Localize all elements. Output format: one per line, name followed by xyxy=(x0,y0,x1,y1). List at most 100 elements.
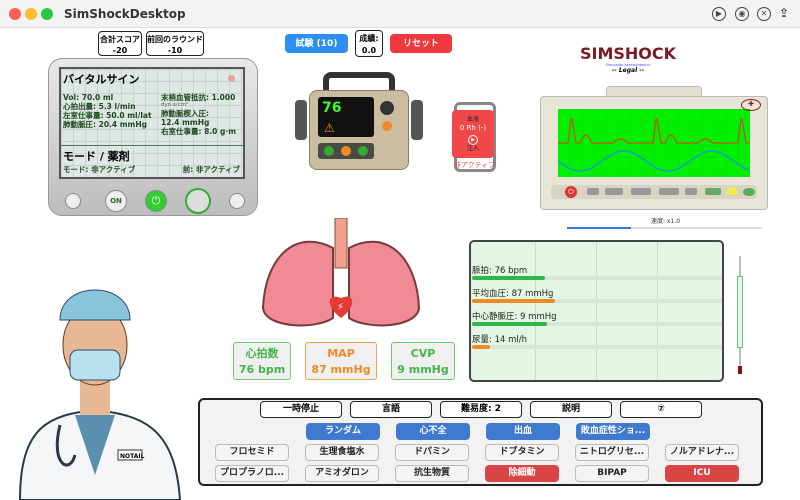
close-window-button[interactable] xyxy=(9,8,21,20)
blood-label: 血液 xyxy=(466,116,479,123)
drug-button[interactable]: 抗生物質 xyxy=(395,465,469,482)
help-button[interactable]: 説明 xyxy=(530,401,612,418)
language-button[interactable]: 言語 xyxy=(350,401,432,418)
share-icon[interactable]: ⇪ xyxy=(779,6,789,20)
metric-label: 尿量: 14 ml/h xyxy=(472,335,527,345)
drug-button[interactable]: アミオダロン xyxy=(305,465,379,482)
vital-svr: 末梢血管抵抗: 1.000 xyxy=(161,93,236,102)
warning-icon: ⚠ xyxy=(324,121,335,135)
vital-volume: Vol: 70.0 ml xyxy=(63,93,114,102)
thermometer-scale xyxy=(737,276,743,348)
scenario-button[interactable]: 心不全 xyxy=(396,423,470,440)
drug-button[interactable]: プロプラノロ... xyxy=(215,465,289,482)
metric-bar-track xyxy=(472,322,722,326)
title-bar: SimShockDesktop ▶ ◉ ✕ ⇪ xyxy=(0,0,800,28)
last-round-score: 前回のラウンド -10 xyxy=(146,31,204,56)
drug-button[interactable]: フロセミド xyxy=(215,444,289,461)
vital-svr-unit: dyn·s/cm⁵ xyxy=(161,102,189,108)
vitals-title: バイタルサイン xyxy=(63,73,140,86)
defib-button-2[interactable] xyxy=(358,146,368,156)
speed-label: 速度: x1.0 xyxy=(651,218,681,225)
defibrillate-button[interactable]: 除細動 xyxy=(485,465,559,482)
bipap-button[interactable]: BIPAP xyxy=(575,465,649,482)
monitor-main-button[interactable] xyxy=(185,188,211,214)
thermometer xyxy=(737,256,743,376)
scenario-button[interactable]: 出血 xyxy=(486,423,560,440)
info-button[interactable]: ⑦ xyxy=(620,401,702,418)
cvp-value: 9 mmHg xyxy=(397,363,449,376)
ecg-monitor: ✚ ⏻ xyxy=(540,86,768,210)
power-button[interactable]: ⏻ xyxy=(145,190,167,212)
divider xyxy=(61,145,243,146)
total-score: 合計スコア -20 xyxy=(98,31,142,56)
map-label: MAP xyxy=(327,347,355,360)
ecg-button-2[interactable] xyxy=(605,188,623,195)
blood-bag-fill: 血液 0 Rh (-) ▶ 注入 xyxy=(452,110,494,158)
drug-button[interactable]: ドパミン xyxy=(395,444,469,461)
defib-button-0[interactable] xyxy=(341,146,351,156)
brand-edition: -- Legal -- xyxy=(611,67,645,74)
ecg-button-8[interactable] xyxy=(743,188,755,196)
grade-box: 成績: 0.0 xyxy=(355,30,383,57)
vitals-screen: バイタルサイン Vol: 70.0 ml 心拍出量: 5.3 l/min 左室仕… xyxy=(59,67,245,179)
lungs-illustration: ⚡ xyxy=(261,218,421,327)
inject-label: 注入 xyxy=(466,145,479,152)
close-circle-icon[interactable]: ✕ xyxy=(757,7,771,21)
speed-slider-fill xyxy=(567,227,632,229)
ecg-button-5[interactable] xyxy=(685,188,697,195)
on-button[interactable]: ON xyxy=(105,190,127,212)
left-lung xyxy=(261,240,334,327)
monitor-knob-left[interactable] xyxy=(65,193,81,209)
ecg-power-button[interactable]: ⏻ xyxy=(565,186,577,198)
defibrillator-heart-rate: 76 xyxy=(322,100,342,116)
blood-bag[interactable]: 血液 0 Rh (-) ▶ 注入 非アクティブ xyxy=(452,96,496,172)
scenario-button[interactable]: ランダム xyxy=(306,423,380,440)
doctor-badge: NOTAIL xyxy=(120,453,145,460)
metric-bar-fill xyxy=(472,322,547,326)
shock-button[interactable] xyxy=(382,121,392,131)
monitor-knob-right[interactable] xyxy=(229,193,245,209)
record-icon[interactable]: ◉ xyxy=(735,7,749,21)
trachea xyxy=(334,218,348,269)
defib-button-1[interactable] xyxy=(324,146,334,156)
brand-name: SIMSHOCK xyxy=(579,44,677,63)
zoom-window-button[interactable] xyxy=(41,8,53,20)
ecg-button-3[interactable] xyxy=(631,188,651,195)
minimize-window-button[interactable] xyxy=(25,8,37,20)
ecg-button-6[interactable] xyxy=(705,188,721,195)
ecg-button-1[interactable] xyxy=(587,188,599,195)
vital-lv-work: 左室仕事量: 50.0 ml/lat xyxy=(63,111,152,120)
drug-button[interactable]: ニトログリセ... xyxy=(575,444,649,461)
heart-rate-label: 心拍数 xyxy=(245,347,279,360)
paddle-left xyxy=(295,100,307,140)
blood-status: 非アクティブ xyxy=(454,161,496,169)
play-icon[interactable]: ▶ xyxy=(712,7,726,21)
vital-pcwp-value: 12.4 mmHg xyxy=(161,118,210,127)
vitals-right-list: 末梢血管抵抗: 1.000 dyn·s/cm⁵ 肺動脈楔入圧: 12.4 mmH… xyxy=(161,93,236,136)
window-title: SimShockDesktop xyxy=(64,7,186,21)
metric-label: 中心静脈圧: 9 mmHg xyxy=(472,312,557,322)
icu-button[interactable]: ICU xyxy=(665,465,739,482)
grade-label: 成績: xyxy=(359,34,379,43)
metric-bar-track xyxy=(472,345,722,349)
speed-slider[interactable] xyxy=(567,227,762,229)
pause-button[interactable]: 一時停止 xyxy=(260,401,342,418)
scenario-button[interactable]: 敗血症性ショ... xyxy=(576,423,650,440)
blood-type: 0 Rh (-) xyxy=(459,124,487,132)
defibrillator[interactable]: 76 ⚠ xyxy=(295,72,423,180)
exam-button[interactable]: 試験 (10) xyxy=(285,34,348,53)
mode-status: モード: 非アクティブ xyxy=(63,165,136,174)
vitals-left-list: Vol: 70.0 ml 心拍出量: 5.3 l/min 左室仕事量: 50.0… xyxy=(63,93,152,129)
defibrillator-screen: 76 ⚠ xyxy=(318,97,374,137)
reset-button[interactable]: リセット xyxy=(390,34,452,53)
metric-bar-track xyxy=(472,299,722,303)
energy-knob[interactable] xyxy=(380,101,394,115)
inject-play-icon[interactable]: ▶ xyxy=(468,135,478,145)
drug-button[interactable]: 生理食塩水 xyxy=(305,444,379,461)
drug-button[interactable]: ドブタミン xyxy=(485,444,559,461)
drug-button[interactable]: ノルアドレナ... xyxy=(665,444,739,461)
ecg-button-4[interactable] xyxy=(659,188,679,195)
difficulty-button[interactable]: 難易度: 2 xyxy=(440,401,522,418)
right-lung xyxy=(348,240,421,327)
ecg-indicator-light xyxy=(727,188,737,195)
